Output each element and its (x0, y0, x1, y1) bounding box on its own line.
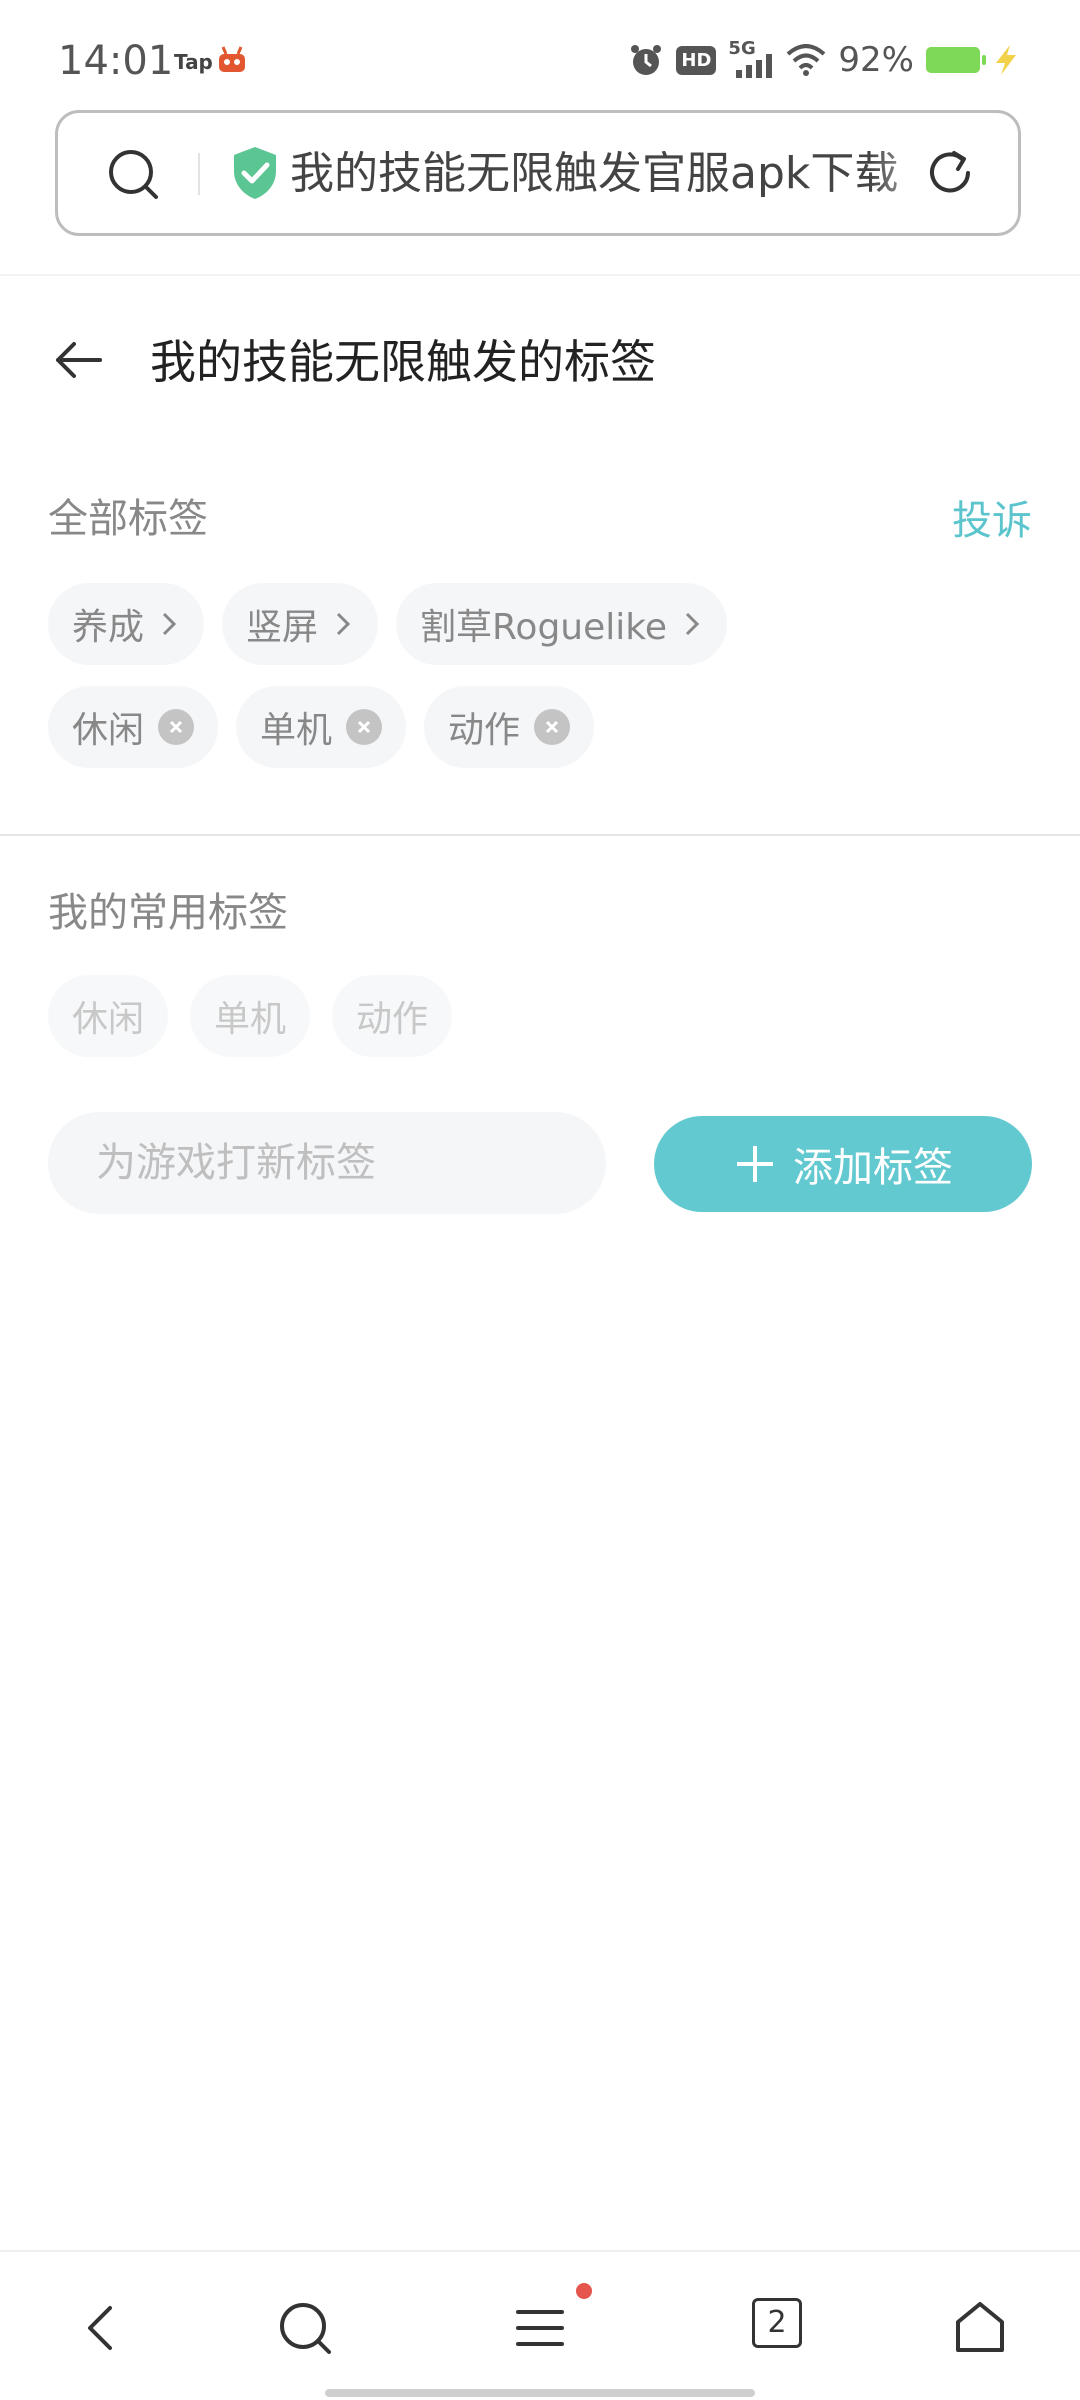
chevron-right-icon (162, 612, 177, 636)
wifi-icon (787, 44, 826, 76)
menu-notification-badge (576, 2283, 592, 2299)
bottom-divider (0, 2250, 1080, 2252)
chevron-right-icon (336, 612, 351, 636)
tag-chip[interactable]: 割草Roguelike (396, 583, 727, 665)
add-tag-label: 添加标签 (793, 1145, 953, 1191)
tag-label: 单机 (260, 710, 333, 751)
notification-app-icon (219, 46, 245, 72)
tag-chip[interactable]: 竖屏 (222, 583, 379, 665)
tag-label: 休闲 (72, 710, 145, 751)
common-tag-chip[interactable]: 休闲 (48, 975, 169, 1057)
tag-label: 割草Roguelike (420, 607, 667, 648)
tabs-button[interactable]: 2 (752, 2298, 802, 2348)
nav-home-icon[interactable] (950, 2298, 1010, 2358)
tag-label: 养成 (72, 607, 145, 648)
status-bar: 14:01 Tap HD 5G 92% (0, 0, 1080, 110)
chevron-right-icon (685, 612, 700, 636)
common-tags: 休闲 单机 动作 (48, 975, 453, 1057)
back-arrow-icon[interactable] (54, 335, 104, 385)
address-bar[interactable]: 我的技能无限触发官服apk下载 (55, 110, 1021, 236)
common-tag-chip[interactable]: 动作 (332, 975, 453, 1057)
tag-chip: 休闲 (48, 686, 219, 768)
tag-label: 动作 (448, 710, 521, 751)
tap-app-icon: Tap (174, 50, 213, 74)
tag-chip: 单机 (236, 686, 407, 768)
common-tag-chip[interactable]: 单机 (190, 975, 311, 1057)
new-tag-input[interactable] (48, 1112, 606, 1214)
battery-icon (926, 47, 986, 73)
section-divider (0, 834, 1080, 836)
tag-label: 竖屏 (246, 607, 319, 648)
category-tags: 养成 竖屏 割草Roguelike (48, 583, 727, 665)
status-time: 14:01 (58, 38, 174, 84)
page-title: 我的技能无限触发的标签 (150, 335, 656, 389)
nav-search-icon[interactable] (275, 2298, 335, 2358)
user-tags: 休闲 单机 动作 (48, 686, 595, 768)
reload-icon[interactable] (922, 145, 978, 201)
remove-tag-icon[interactable] (534, 709, 571, 745)
top-divider (0, 274, 1080, 276)
remove-tag-icon[interactable] (346, 709, 383, 745)
alarm-icon (631, 45, 662, 75)
address-separator (198, 153, 200, 195)
status-icons: HD 5G 92% (628, 38, 1020, 82)
secure-shield-icon (234, 147, 276, 199)
battery-percent: 92% (838, 40, 914, 80)
add-tag-button[interactable]: 添加标签 (654, 1116, 1032, 1212)
home-indicator[interactable] (325, 2389, 755, 2397)
report-link[interactable]: 投诉 (952, 488, 1032, 546)
remove-tag-icon[interactable] (158, 709, 195, 745)
common-tags-label: 我的常用标签 (48, 890, 288, 936)
tag-chip[interactable]: 养成 (48, 583, 205, 665)
search-icon[interactable] (106, 147, 160, 201)
signal-icon: 5G (728, 38, 774, 78)
url-text[interactable]: 我的技能无限触发官服apk下载 (290, 141, 950, 207)
nav-back-icon[interactable] (72, 2298, 132, 2358)
nav-menu-icon[interactable] (510, 2298, 570, 2358)
hd-icon: HD (676, 45, 717, 75)
tag-chip: 动作 (424, 686, 595, 768)
charging-icon (996, 45, 1016, 75)
plus-icon (737, 1146, 773, 1182)
all-tags-label: 全部标签 (48, 496, 208, 542)
